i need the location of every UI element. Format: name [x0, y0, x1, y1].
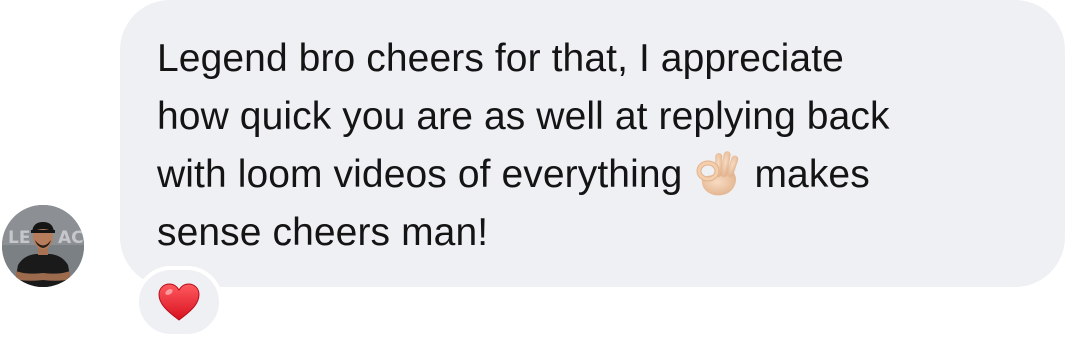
ok-hand-emoji-icon — [696, 151, 739, 196]
avatar-photo-icon: LE AC — [2, 205, 84, 287]
heart-reaction[interactable] — [135, 266, 223, 338]
message-line-3-end: makes — [754, 153, 870, 196]
message-text: Legend bro cheers for that, I appreciate… — [157, 30, 1035, 262]
sender-avatar[interactable]: LE AC — [2, 205, 84, 287]
message-row: LE AC Legend bro cheers for that, I appr… — [0, 0, 1065, 339]
message-line-1: Legend bro cheers for that, I appreciate — [157, 37, 844, 80]
message-line-4: sense cheers man! — [157, 211, 489, 254]
svg-text:AC: AC — [58, 228, 84, 248]
message-bubble[interactable]: Legend bro cheers for that, I appreciate… — [120, 0, 1065, 287]
message-line-3-start: with loom videos of everything — [157, 153, 683, 196]
message-line-2: how quick you are as well at replying ba… — [157, 95, 890, 138]
heart-icon — [158, 283, 200, 321]
svg-text:LE: LE — [8, 228, 30, 248]
